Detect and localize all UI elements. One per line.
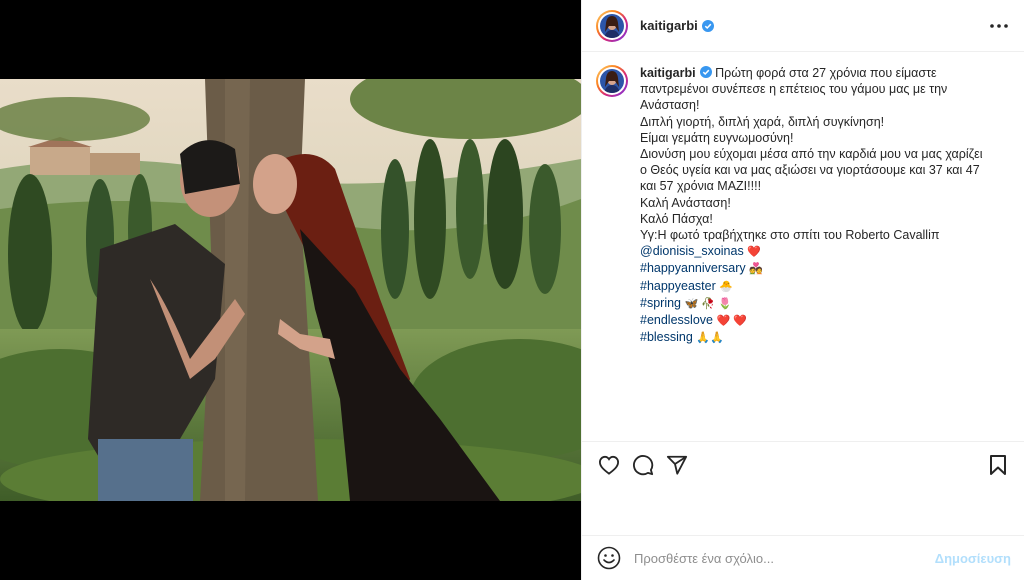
tag-line: #happyanniversary 💑 (640, 260, 1000, 277)
avatar-ring (598, 11, 626, 40)
hashtag-link[interactable]: #happyanniversary (640, 261, 746, 275)
post-actions (582, 441, 1024, 487)
tag-line: @dionisis_sxoinas ❤️ (640, 243, 1000, 260)
heart-icon[interactable] (592, 448, 626, 482)
header-username[interactable]: kaitigarbi (640, 18, 698, 33)
caption-line: Ανάσταση! (640, 98, 700, 113)
caption-first-line: kaitigarbi Πρώτη φορά στα 27 χρόνια που … (640, 65, 1000, 81)
post-side-panel: kaitigarbi kaitigarbi Πρώτη φορά στα 27 … (581, 0, 1024, 580)
post-photo (0, 79, 581, 501)
caption-line: Πρώτη φορά στα 27 χρόνια που είμαστε (715, 66, 937, 80)
couple-kissing-photo (0, 79, 581, 501)
instagram-post-modal: kaitigarbi kaitigarbi Πρώτη φορά στα 27 … (0, 0, 1024, 580)
caption-line: Είμαι γεμάτη ευγνωμοσύνη! (640, 130, 794, 145)
tag-emoji: 🦋 🥀 🌷 (684, 297, 732, 310)
caption-line: Διονύση μου εύχομαι μέσα από την καρδιά … (640, 147, 983, 162)
post-media[interactable] (0, 0, 581, 580)
caption-line: Διπλή γιορτή, διπλή χαρά, διπλή συγκίνησ… (640, 114, 885, 129)
avatar-portrait (600, 13, 624, 38)
hashtag-link[interactable]: #happyeaster (640, 279, 716, 293)
hashtag-link[interactable]: #spring (640, 296, 681, 310)
tag-line: #happyeaster 🐣 (640, 278, 1000, 295)
caption-line: Καλή Ανάσταση! (640, 195, 731, 210)
emoji-icon[interactable] (596, 545, 622, 571)
comment-input[interactable] (634, 550, 935, 566)
caption-avatar-ring (598, 67, 626, 95)
comment-bar: Δημοσίευση (582, 535, 1024, 580)
tag-line: #endlesslove ❤️ ❤️ (640, 312, 1000, 329)
tag-emoji: 🙏🙏 (696, 332, 724, 345)
tag-emoji: 💑 (749, 263, 763, 276)
avatar-image (600, 13, 624, 38)
tag-line: #blessing 🙏🙏 (640, 329, 1000, 346)
caption-row: kaitigarbi Πρώτη φορά στα 27 χρόνια που … (596, 65, 1011, 346)
caption-line: παντρεμένοι συνέπεσε η επέτειος του γάμο… (640, 82, 948, 97)
post-header: kaitigarbi (582, 0, 1024, 52)
share-icon[interactable] (660, 448, 694, 482)
post-comment-button[interactable]: Δημοσίευση (935, 551, 1011, 566)
comment-icon[interactable] (626, 448, 660, 482)
tag-emoji: ❤️ (747, 246, 761, 259)
tag-emoji: ❤️ ❤️ (716, 315, 747, 328)
tag-line: #spring 🦋 🥀 🌷 (640, 295, 1000, 312)
verified-badge-icon (701, 19, 714, 32)
caption-line: και 57 χρόνια ΜΑΖΙ!!!! (640, 179, 762, 194)
avatar[interactable] (596, 9, 628, 42)
caption-line: Υγ:Η φωτό τραβήχτηκε στο σπίτι του Rober… (640, 228, 940, 243)
caption-line: ο Θεός υγεία και να μας αξιώσει να γιορτ… (640, 163, 980, 178)
caption-avatar[interactable] (596, 65, 628, 97)
caption-avatar-portrait (600, 69, 624, 93)
caption-username[interactable]: kaitigarbi (640, 66, 696, 80)
mention-link[interactable]: @dionisis_sxoinas (640, 244, 744, 258)
more-options-icon[interactable] (987, 14, 1011, 38)
caption-area: kaitigarbi Πρώτη φορά στα 27 χρόνια που … (582, 53, 1024, 440)
caption-text: kaitigarbi Πρώτη φορά στα 27 χρόνια που … (640, 65, 1000, 346)
caption-verified-badge-icon (699, 66, 712, 78)
bookmark-icon[interactable] (981, 448, 1015, 482)
caption-line: Καλό Πάσχα! (640, 211, 713, 226)
hashtag-link[interactable]: #blessing (640, 330, 693, 344)
hashtag-link[interactable]: #endlesslove (640, 313, 713, 327)
tag-emoji: 🐣 (719, 280, 733, 293)
caption-avatar-image (600, 69, 624, 93)
